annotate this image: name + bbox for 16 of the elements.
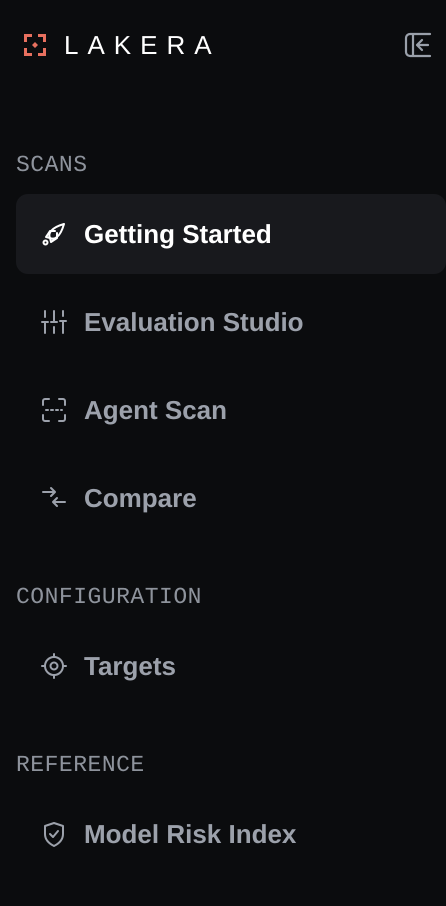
- nav-item[interactable]: Agent Scan: [16, 370, 446, 450]
- nav-item[interactable]: Compare: [16, 458, 446, 538]
- collapse-sidebar-icon[interactable]: [404, 31, 432, 59]
- nav-item[interactable]: Model Risk Index: [16, 794, 446, 874]
- brand-name: LAKERA: [64, 30, 221, 60]
- nav-item[interactable]: Targets: [16, 626, 446, 706]
- rocket-icon: [40, 220, 68, 248]
- scan-frame-icon: [40, 396, 68, 424]
- nav-item[interactable]: Getting Started: [16, 194, 446, 274]
- section-heading: REFERENCE: [16, 751, 146, 780]
- logo-icon: [24, 34, 46, 56]
- section-heading: SCANS: [16, 151, 89, 180]
- target-icon: [40, 652, 68, 680]
- sliders-icon: [40, 308, 68, 336]
- nav-item[interactable]: Evaluation Studio: [16, 282, 446, 362]
- section-heading: CONFIGURATION: [16, 583, 203, 612]
